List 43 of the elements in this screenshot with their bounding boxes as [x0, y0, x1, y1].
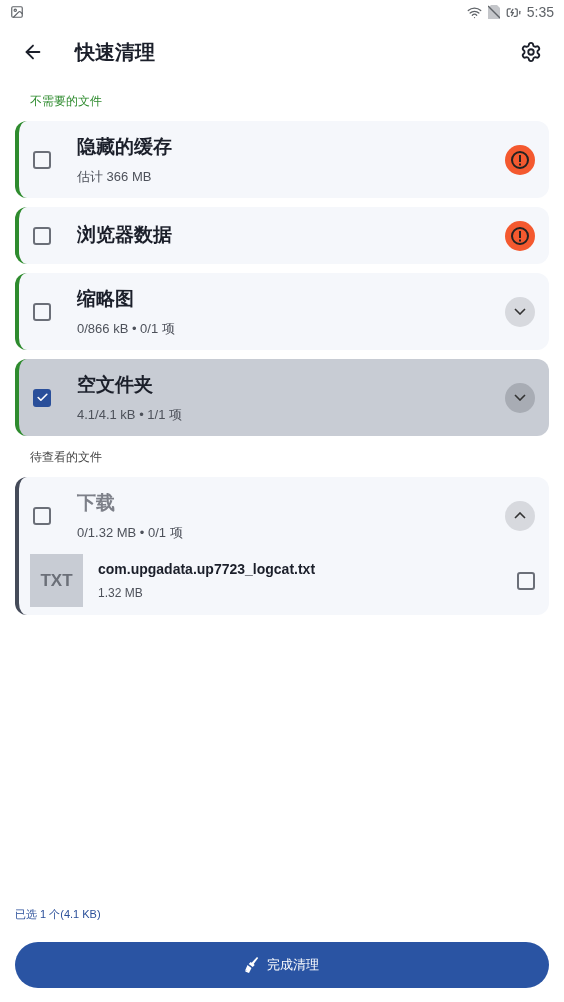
file-thumbnail: TXT [30, 554, 83, 607]
screen-title: 快速清理 [75, 40, 155, 65]
category-title: 空文件夹 [77, 373, 154, 397]
category-card[interactable]: 空文件夹 4.1/4.1 kB • 1/1 项 [15, 359, 549, 436]
category-subtitle: 估计 366 MB [77, 167, 153, 186]
checkbox[interactable] [33, 506, 51, 525]
no-sim-icon [487, 5, 500, 19]
category-subtitle: 0/866 kB • 0/1 项 [77, 319, 175, 338]
checkbox[interactable] [33, 150, 51, 169]
file-name: com.upgadata.up7723_logcat.txt [98, 560, 316, 579]
section-label: 不需要的文件 [29, 93, 103, 110]
wifi-icon [466, 4, 482, 20]
category-card[interactable]: 缩略图 0/866 kB • 0/1 项 [15, 273, 549, 350]
status-time: 5:35 [526, 2, 554, 22]
checkbox[interactable] [33, 302, 51, 321]
broom-icon [245, 957, 259, 973]
category-subtitle: 0/1.32 MB • 0/1 项 [77, 523, 183, 542]
warning-icon[interactable] [505, 220, 535, 251]
category-title: 下载 [77, 491, 116, 515]
category-card[interactable]: 浏览器数据 [15, 207, 549, 264]
settings-icon[interactable] [520, 41, 542, 63]
selection-summary: 已选 1 个(4.1 KB) [15, 906, 102, 922]
category-card[interactable]: 下载 0/1.32 MB • 0/1 项 TXT com.upgadata.up7723_logcat.txt 1.32 MB [15, 477, 549, 615]
chevron-down-icon [514, 308, 526, 315]
check-icon [35, 391, 49, 404]
checkbox[interactable] [33, 226, 51, 245]
category-subtitle: 4.1/4.1 kB • 1/1 项 [77, 405, 182, 424]
category-card[interactable]: 隐藏的缓存 估计 366 MB [15, 121, 549, 198]
file-size: 1.32 MB [98, 585, 144, 602]
category-title: 缩略图 [77, 287, 135, 311]
checkbox[interactable] [33, 388, 51, 407]
section-label: 待查看的文件 [29, 449, 103, 466]
category-title: 浏览器数据 [77, 223, 172, 248]
expand-button[interactable] [505, 382, 535, 413]
image-icon [10, 5, 24, 19]
finish-clean-button[interactable]: 完成清理 [15, 942, 549, 988]
chevron-down-icon [514, 394, 526, 401]
collapse-button[interactable] [505, 500, 535, 531]
warning-icon[interactable] [505, 144, 535, 175]
expand-button[interactable] [505, 296, 535, 327]
chevron-up-icon [514, 512, 526, 519]
checkbox[interactable] [517, 571, 535, 590]
category-title: 隐藏的缓存 [77, 135, 172, 159]
